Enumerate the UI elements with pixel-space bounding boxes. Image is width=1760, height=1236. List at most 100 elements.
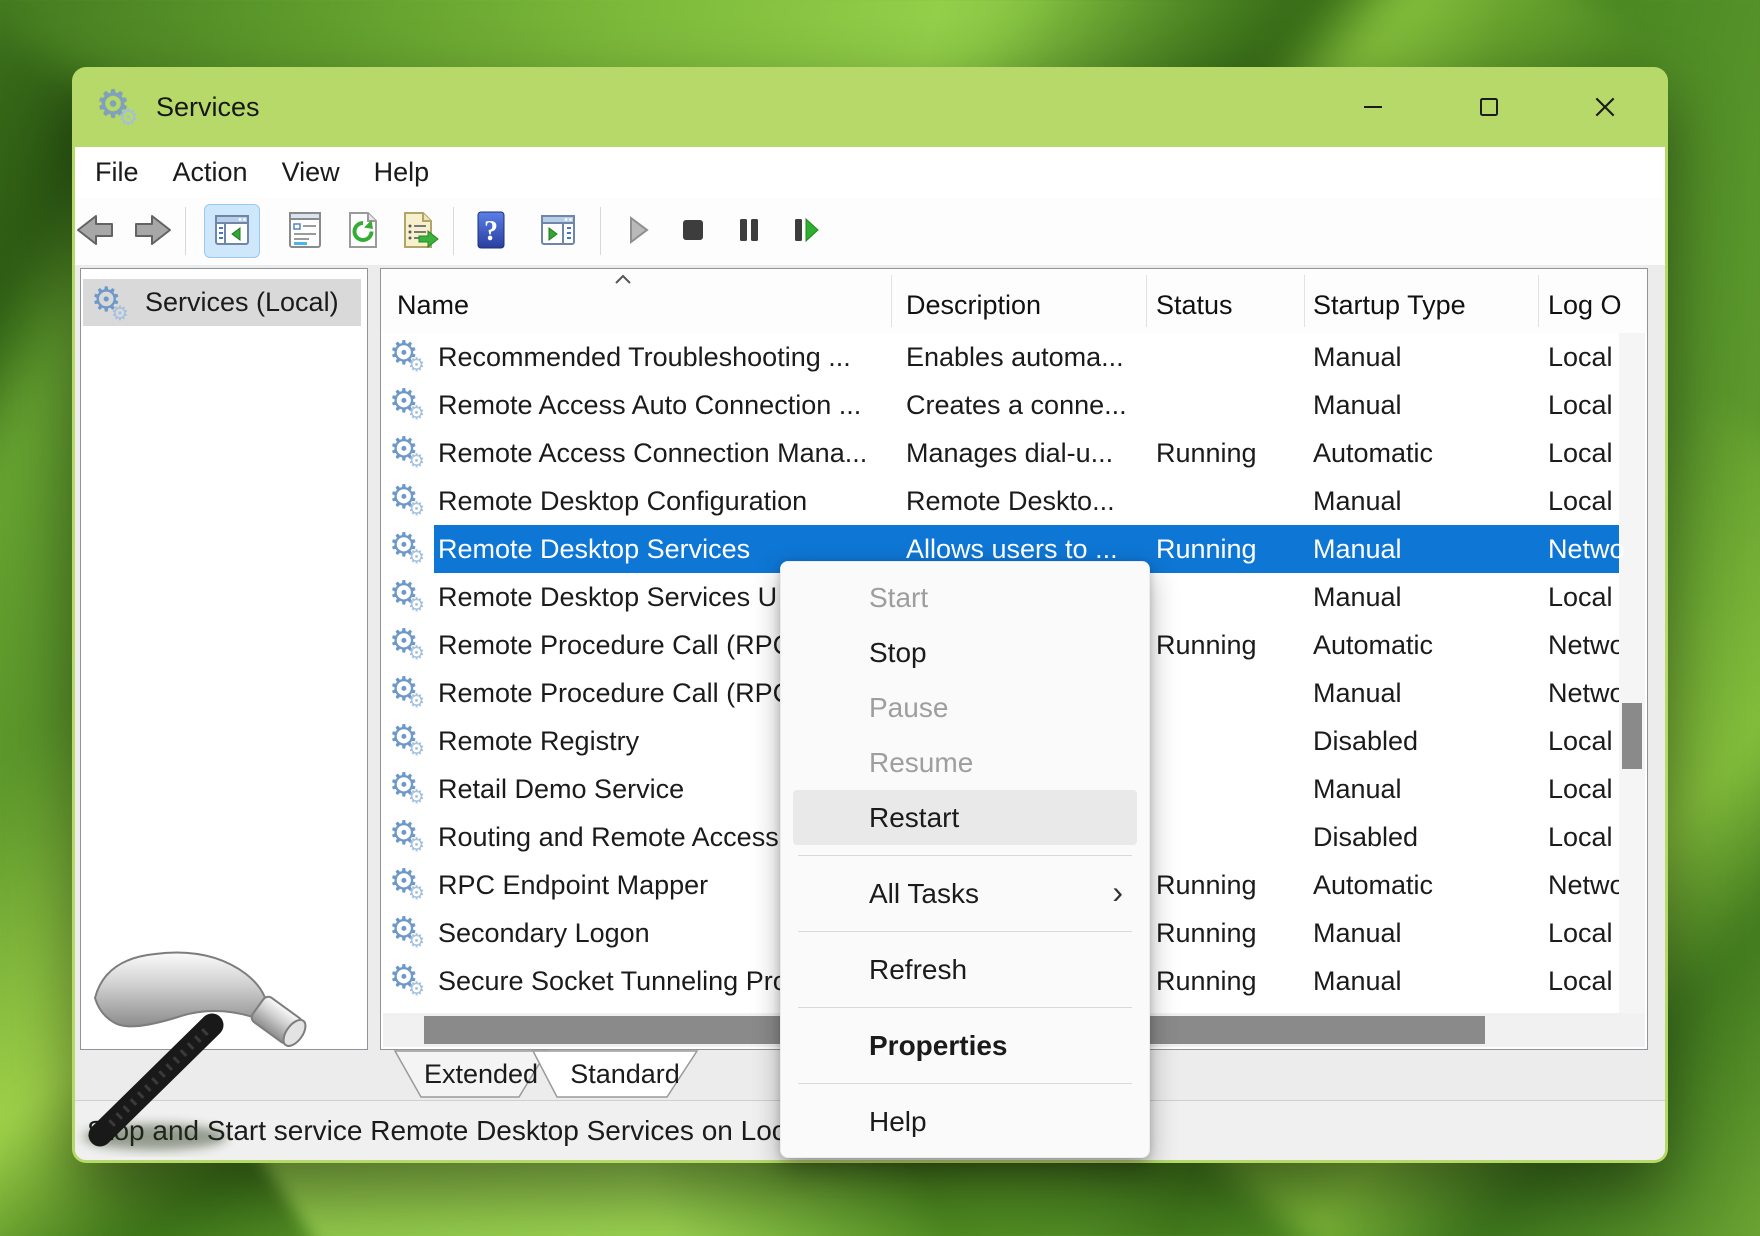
cell-startup-type: Disabled	[1313, 813, 1538, 861]
vertical-scrollbar-thumb[interactable]	[1622, 703, 1642, 769]
show-action-pane-button[interactable]	[530, 204, 586, 258]
minimize-icon	[1361, 95, 1385, 119]
service-gear-icon: ⚙⚙	[389, 335, 433, 379]
cell-status: Running	[1156, 429, 1306, 477]
help-button[interactable]: ?	[462, 204, 518, 258]
table-row[interactable]: ⚙⚙Remote Access Connection Mana...Manage…	[381, 429, 1647, 477]
context-menu: StartStopPauseResumeRestart All Tasks› Ref…	[780, 561, 1150, 1158]
pause-service-icon	[727, 208, 771, 255]
context-menu-item-refresh[interactable]: Refresh	[781, 942, 1149, 997]
cell-status	[1156, 813, 1306, 861]
menu-separator	[798, 855, 1132, 856]
context-menu-item-properties[interactable]: Properties	[781, 1018, 1149, 1073]
tab-extended[interactable]: Extended	[405, 1050, 557, 1100]
submenu-arrow-icon: ›	[1112, 865, 1123, 920]
service-gear-icon: ⚙⚙	[389, 383, 433, 427]
restart-service-button[interactable]	[778, 204, 834, 258]
cell-startup-type: Automatic	[1313, 429, 1538, 477]
cell-status: Running	[1156, 861, 1306, 909]
menu-view[interactable]: View	[265, 157, 357, 188]
back-icon	[75, 208, 117, 255]
context-menu-item-help[interactable]: Help	[781, 1094, 1149, 1149]
cell-status	[1156, 381, 1306, 429]
show-console-tree-button[interactable]	[204, 204, 260, 258]
column-header-startup-type[interactable]: Startup Type	[1313, 269, 1466, 333]
cell-status	[1156, 477, 1306, 525]
column-header-name[interactable]: Name	[397, 269, 469, 333]
properties-window-button[interactable]	[277, 204, 333, 258]
table-row[interactable]: ⚙⚙Remote Access Auto Connection ...Creat…	[381, 381, 1647, 429]
cell-status	[1156, 765, 1306, 813]
stop-service-button[interactable]	[665, 204, 721, 258]
service-gear-icon: ⚙⚙	[389, 623, 433, 667]
export-list-button[interactable]	[391, 204, 447, 258]
status-text: Stop and Start service Remote Desktop Se…	[87, 1115, 801, 1147]
service-gear-icon: ⚙⚙	[389, 719, 433, 763]
service-gear-icon: ⚙⚙	[389, 767, 433, 811]
menu-separator	[798, 1007, 1132, 1008]
context-menu-item-start[interactable]: Start	[781, 570, 1149, 625]
close-button[interactable]	[1576, 84, 1634, 130]
context-menu-item-pause[interactable]: Pause	[781, 680, 1149, 735]
column-header-description[interactable]: Description	[906, 269, 1041, 333]
cell-startup-type: Manual	[1313, 333, 1538, 381]
cell-startup-type: Manual	[1313, 909, 1538, 957]
cell-startup-type: Disabled	[1313, 717, 1538, 765]
start-service-icon	[615, 208, 659, 255]
service-gear-icon: ⚙⚙	[389, 575, 433, 619]
column-header-status[interactable]: Status	[1156, 269, 1233, 333]
vertical-scrollbar[interactable]	[1619, 333, 1645, 1015]
service-gear-icon: ⚙⚙	[389, 479, 433, 523]
maximize-button[interactable]	[1460, 84, 1518, 130]
context-menu-item-restart[interactable]: Restart	[793, 790, 1137, 845]
toolbar: ?	[75, 197, 1665, 266]
cell-description: Enables automa...	[906, 333, 1148, 381]
table-row[interactable]: ⚙⚙Remote Desktop ConfigurationRemote Des…	[381, 477, 1647, 525]
service-gear-icon: ⚙⚙	[389, 431, 433, 475]
menu-help[interactable]: Help	[357, 157, 447, 188]
sidebar-item-label: Services (Local)	[145, 287, 339, 318]
svg-text:?: ?	[484, 216, 498, 247]
stop-service-icon	[671, 208, 715, 255]
toolbar-separator	[600, 207, 601, 255]
properties-window-icon	[283, 208, 327, 255]
cell-startup-type: Manual	[1313, 573, 1538, 621]
sidebar-item-services-local[interactable]: ⚙⚙ Services (Local)	[83, 279, 361, 326]
menu-separator	[798, 931, 1132, 932]
start-service-button[interactable]	[609, 204, 665, 258]
cell-status: Running	[1156, 909, 1306, 957]
cell-startup-type: Automatic	[1313, 861, 1538, 909]
help-icon: ?	[468, 208, 512, 255]
menu-separator	[798, 1083, 1132, 1084]
minimize-button[interactable]	[1344, 84, 1402, 130]
refresh-icon	[340, 208, 384, 255]
context-menu-item-resume[interactable]: Resume	[781, 735, 1149, 790]
cell-name: Remote Access Auto Connection ...	[438, 381, 893, 429]
show-console-tree-icon	[210, 208, 254, 255]
menu-file[interactable]: File	[78, 157, 156, 188]
service-gear-icon: ⚙⚙	[389, 863, 433, 907]
context-menu-item-stop[interactable]: Stop	[781, 625, 1149, 680]
title-bar[interactable]: ⚙⚙ Services	[72, 67, 1668, 147]
tab-standard[interactable]: Standard	[545, 1050, 705, 1100]
column-header-log-on-as[interactable]: Log O	[1548, 269, 1622, 333]
sort-ascending-icon	[614, 274, 632, 285]
export-list-icon	[397, 208, 441, 255]
cell-name: Remote Access Connection Mana...	[438, 429, 893, 477]
cell-startup-type: Manual	[1313, 525, 1538, 573]
refresh-button[interactable]	[334, 204, 390, 258]
cell-startup-type: Manual	[1313, 957, 1538, 1005]
service-gear-icon: ⚙⚙	[389, 527, 433, 571]
forward-button[interactable]	[125, 204, 181, 258]
cell-status: Running	[1156, 957, 1306, 1005]
cell-startup-type: Manual	[1313, 477, 1538, 525]
context-menu-item-all-tasks[interactable]: All Tasks›	[781, 866, 1149, 921]
service-gear-icon: ⚙⚙	[389, 911, 433, 955]
service-gear-icon: ⚙⚙	[389, 815, 433, 859]
menu-action[interactable]: Action	[156, 157, 265, 188]
back-button[interactable]	[75, 204, 123, 258]
table-row[interactable]: ⚙⚙Recommended Troubleshooting ...Enables…	[381, 333, 1647, 381]
pause-service-button[interactable]	[721, 204, 777, 258]
cell-status	[1156, 333, 1306, 381]
services-gears-icon: ⚙⚙	[91, 281, 135, 325]
